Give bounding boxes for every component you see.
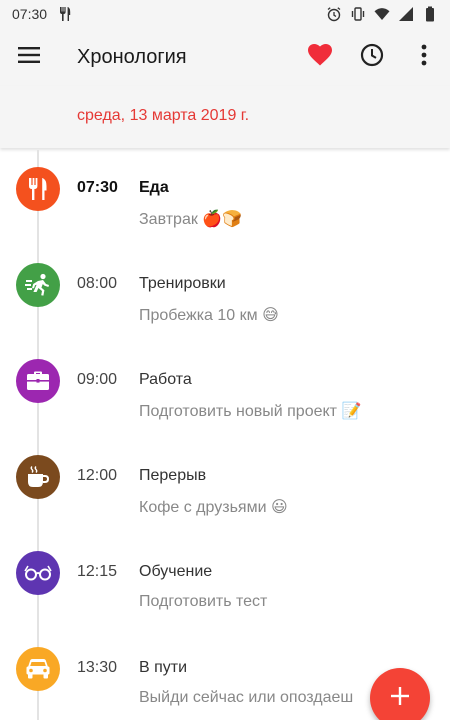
glasses-icon <box>16 551 60 595</box>
vibrate-icon <box>350 6 366 22</box>
entry-time: 07:30 <box>77 179 118 196</box>
entry-time: 08:00 <box>77 275 118 292</box>
date-header: среда, 13 марта 2019 г. <box>0 86 450 148</box>
running-icon <box>16 263 60 307</box>
page-title: Хронология <box>77 45 187 68</box>
entry-time: 12:00 <box>77 467 118 484</box>
wifi-icon <box>374 6 390 22</box>
entry-title: Тренировки <box>139 275 226 292</box>
entry-note: Кофе с друзьями 😃 <box>139 499 288 516</box>
date-label[interactable]: среда, 13 марта 2019 г. <box>77 107 249 125</box>
heart-icon <box>308 43 332 71</box>
entry-note: Пробежка 10 км 😅 <box>139 307 279 324</box>
briefcase-icon <box>16 359 60 403</box>
entry-time: 12:15 <box>77 563 118 580</box>
entry-title: В пути <box>139 659 188 676</box>
entry-time: 09:00 <box>77 371 118 388</box>
clock-icon <box>360 43 384 72</box>
more-options-button[interactable] <box>398 31 450 83</box>
coffee-cup-icon <box>16 455 60 499</box>
signal-icon <box>398 6 414 22</box>
entry-title: Обучение <box>139 563 213 580</box>
status-bar: 07:30 <box>0 0 450 28</box>
hamburger-menu-icon <box>18 46 40 69</box>
status-time: 07:30 <box>12 6 48 22</box>
more-vert-icon <box>421 44 427 71</box>
history-button[interactable] <box>346 31 398 83</box>
fork-knife-icon <box>16 167 60 211</box>
timeline-entry[interactable]: 12:15 Обучение Подготовить тест <box>0 534 450 630</box>
timeline-entry[interactable]: 07:30 Еда Завтрак 🍎🍞 <box>0 150 450 246</box>
entry-title: Еда <box>139 179 169 196</box>
add-entry-button[interactable] <box>370 668 430 720</box>
menu-button[interactable] <box>0 28 58 86</box>
timeline-list[interactable]: 07:30 Еда Завтрак 🍎🍞 08:00 Тренировки Пр… <box>0 150 450 720</box>
entry-note: Подготовить тест <box>139 593 268 610</box>
entry-time: 13:30 <box>77 659 118 676</box>
entry-note: Завтрак 🍎🍞 <box>139 211 243 228</box>
entry-title: Работа <box>139 371 192 388</box>
battery-icon <box>422 6 438 22</box>
favorites-button[interactable] <box>294 31 346 83</box>
timeline-entry[interactable]: 09:00 Работа Подготовить новый проект 📝 <box>0 342 450 438</box>
plus-icon <box>391 686 409 710</box>
car-icon <box>16 647 60 691</box>
entry-note: Выйди сейчас или опоздаеш <box>139 689 354 706</box>
fork-knife-icon <box>57 6 73 22</box>
entry-title: Перерыв <box>139 467 207 484</box>
app-bar: Хронология <box>0 28 450 86</box>
alarm-icon <box>326 6 342 22</box>
timeline-entry[interactable]: 08:00 Тренировки Пробежка 10 км 😅 <box>0 246 450 342</box>
timeline-entry[interactable]: 12:00 Перерыв Кофе с друзьями 😃 <box>0 438 450 534</box>
entry-note: Подготовить новый проект 📝 <box>139 403 362 420</box>
